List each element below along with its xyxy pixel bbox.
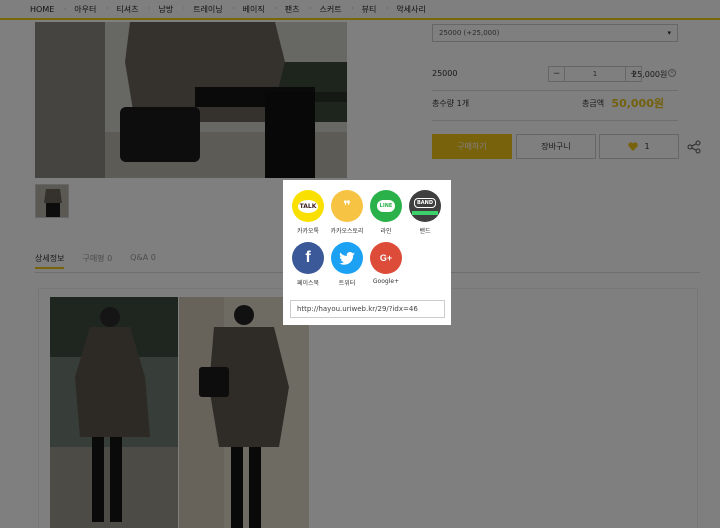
kakaostory-icon: ❞ [331, 190, 363, 222]
twitter-icon [331, 242, 363, 274]
share-twitter[interactable]: 트위터 [327, 242, 367, 287]
band-stripe [412, 210, 438, 215]
googleplus-icon: G+ [370, 242, 402, 274]
twitter-bird-icon [339, 251, 355, 265]
share-line[interactable]: LINE 라인 [366, 190, 406, 235]
share-band[interactable]: BAND 밴드 [405, 190, 445, 235]
band-icon: BAND [409, 190, 441, 222]
line-icon: LINE [370, 190, 402, 222]
share-popup: TALK 카카오톡 ❞ 카카오스토리 LINE 라인 BAND 밴드 f 페이스… [283, 180, 451, 325]
share-url-field[interactable]: http://hayou.uriweb.kr/29/?idx=46 [290, 300, 445, 318]
share-kakaostory[interactable]: ❞ 카카오스토리 [327, 190, 367, 235]
facebook-icon: f [292, 242, 324, 274]
kakaotalk-icon: TALK [292, 190, 324, 222]
share-kakaotalk[interactable]: TALK 카카오톡 [288, 190, 328, 235]
share-facebook[interactable]: f 페이스북 [288, 242, 328, 287]
share-googleplus[interactable]: G+ Google+ [366, 242, 406, 285]
